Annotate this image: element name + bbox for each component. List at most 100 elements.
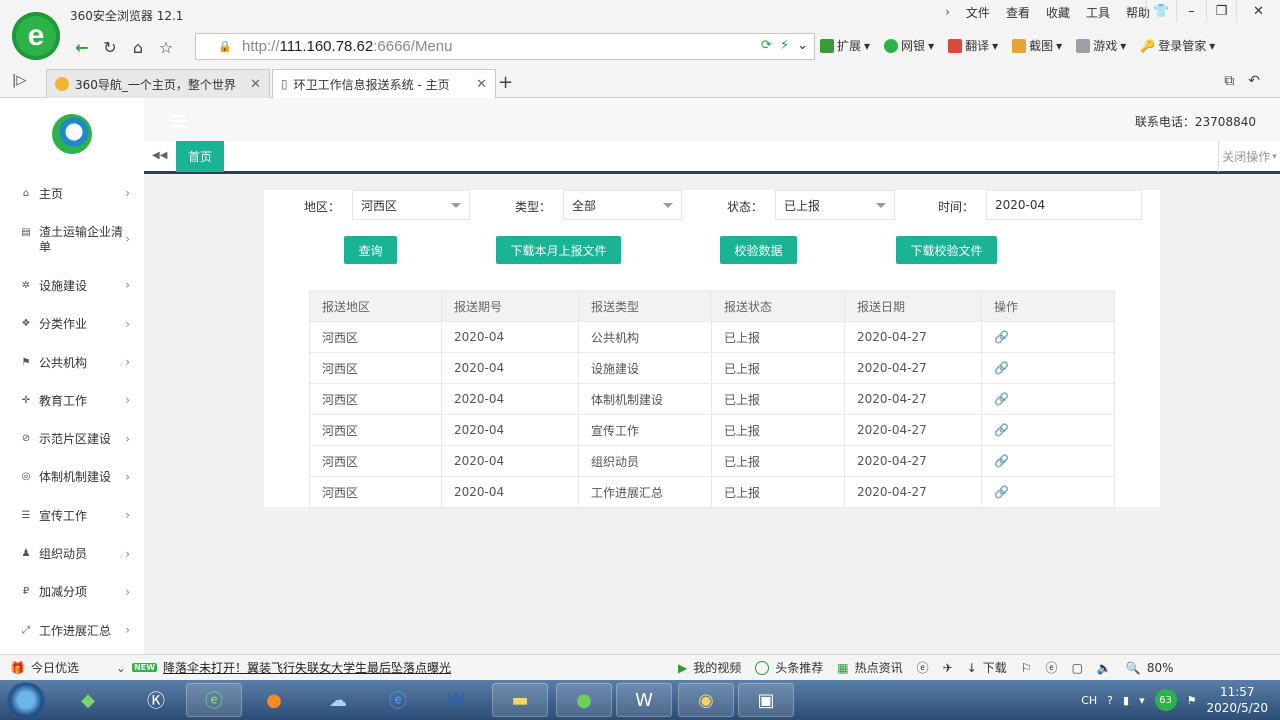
undo-close-tab-icon[interactable]: ↶ [1248, 73, 1260, 89]
browser-mode-icon[interactable]: ⓔ [1046, 659, 1058, 676]
column-header[interactable]: 报送日期 [844, 290, 982, 322]
refresh-button[interactable]: ↻ [96, 34, 124, 60]
hamburger-menu-icon[interactable] [170, 115, 186, 130]
tabs-prev-icon[interactable]: ◀◀ [152, 150, 167, 161]
download-month-report-button[interactable]: 下载本月上报文件 [496, 236, 621, 264]
menu-view[interactable]: 查看 [1006, 4, 1030, 21]
sidebar-item-publicity[interactable]: ☰ 宣传工作 › [0, 496, 144, 534]
download-button[interactable]: ↓ 下载 [967, 659, 1007, 676]
sidebar-item-public-institutions[interactable]: ⚑ 公共机构 › [0, 343, 144, 381]
speed-mode-icon[interactable]: ⚡ [780, 38, 789, 53]
skin-icon[interactable]: 👕 [1146, 0, 1176, 22]
news-ticker[interactable]: ⌄ NEW 降落伞未打开！翼装飞行失联女大学生最后坠落点曝光 [116, 659, 451, 676]
table-row[interactable]: 河西区 2020-04 体制机制建设 已上报 2020-04-27 🔗 [309, 383, 1115, 415]
today-picks[interactable]: 🎁 今日优选 [10, 659, 79, 676]
table-row[interactable]: 河西区 2020-04 宣传工作 已上报 2020-04-27 🔗 [309, 414, 1115, 446]
insecure-lock-icon[interactable]: 🔒 [218, 40, 234, 53]
tray-badge[interactable]: 63 [1154, 689, 1177, 711]
compat-mode-icon[interactable]: ⟳ [761, 38, 772, 53]
ebank-button[interactable]: 网银 ▾ [884, 37, 934, 54]
flag-tray-icon[interactable]: ⚑ [1187, 694, 1197, 707]
ie-icon[interactable]: ⓔ [370, 683, 426, 717]
column-header[interactable]: 报送期号 [441, 290, 579, 322]
column-header[interactable]: 报送地区 [309, 290, 442, 322]
type-select[interactable]: 全部 [563, 190, 682, 220]
my-video-button[interactable]: ▶ 我的视频 [678, 659, 741, 676]
sidebar-toggle-icon[interactable]: |▷ [12, 73, 26, 88]
extensions-button[interactable]: 扩展 ▾ [820, 37, 870, 54]
window-icon[interactable]: ▢ [1072, 661, 1083, 675]
tray-arrow-icon[interactable]: ▾ [1139, 694, 1145, 707]
app-green-icon[interactable]: ◆ [60, 683, 116, 717]
flag-outline-icon[interactable]: ⚐ [1021, 661, 1032, 675]
menu-file[interactable]: 文件 [966, 4, 990, 21]
address-bar[interactable]: 🔒 http:// 111.160.78.62 :6666/Menu ⟳ ⚡ ⌄ [195, 33, 815, 60]
sidebar-item-score-adjust[interactable]: ₽ 加减分项 › [0, 573, 144, 611]
sidebar-item-transport-companies[interactable]: ▤ 渣土运输企业清单 › [0, 212, 144, 266]
close-window-button[interactable]: ✕ [1236, 0, 1280, 22]
screenshot-button[interactable]: 截图 ▾ [1012, 37, 1062, 54]
tab-list-icon[interactable]: ⧉ [1224, 73, 1234, 89]
app-360browser-icon[interactable]: ⓔ [186, 683, 242, 717]
close-operations-dropdown[interactable]: 关闭操作 ▾ [1218, 141, 1280, 172]
link-icon[interactable]: 🔗 [994, 454, 1009, 468]
table-row[interactable]: 河西区 2020-04 设施建设 已上报 2020-04-27 🔗 [309, 352, 1115, 384]
chevron-right-icon[interactable]: › [945, 5, 950, 19]
table-row[interactable]: 河西区 2020-04 公共机构 已上报 2020-04-27 🔗 [309, 321, 1115, 353]
tab-close-icon[interactable]: ✕ [476, 77, 487, 92]
sidebar-item-mobilization[interactable]: ♟ 组织动员 › [0, 534, 144, 572]
app-orange-icon[interactable]: ● [246, 683, 302, 717]
explorer-folder-icon[interactable]: ▬ [492, 683, 548, 717]
sidebar-item-institutions[interactable]: ◎ 体制机制建设 › [0, 458, 144, 496]
back-button[interactable]: ← [68, 34, 96, 60]
table-row[interactable]: 河西区 2020-04 组织动员 已上报 2020-04-27 🔗 [309, 445, 1115, 477]
sidebar-item-demo-areas[interactable]: ⊘ 示范片区建设 › [0, 419, 144, 457]
minimize-button[interactable]: – [1176, 0, 1206, 22]
app-window-icon[interactable]: ▣ [738, 683, 794, 717]
zoom-control[interactable]: 🔍 80% [1126, 661, 1174, 675]
link-icon[interactable]: 🔗 [994, 485, 1009, 499]
menu-tools[interactable]: 工具 [1086, 4, 1110, 21]
ime-indicator[interactable]: CH [1081, 694, 1097, 707]
app-cloud-icon[interactable]: ☁ [310, 683, 366, 717]
link-icon[interactable]: 🔗 [994, 392, 1009, 406]
wechat-icon[interactable]: ● [556, 683, 612, 717]
login-manager-button[interactable]: 🔑 登录管家 ▾ [1140, 37, 1215, 54]
link-icon[interactable]: 🔗 [994, 361, 1009, 375]
hot-news-button[interactable]: ▦ 热点资讯 [837, 659, 902, 676]
word-icon[interactable]: W [428, 683, 484, 717]
status-select[interactable]: 已上报 [775, 190, 895, 220]
app-chat-icon[interactable]: ◉ [678, 683, 734, 717]
home-button[interactable]: ⌂ [124, 34, 152, 60]
region-select[interactable]: 河西区 [352, 190, 470, 220]
wps-icon[interactable]: W [616, 683, 672, 717]
column-header[interactable]: 报送状态 [711, 290, 845, 322]
maximize-button[interactable]: ❐ [1206, 0, 1236, 22]
column-header[interactable]: 报送类型 [578, 290, 712, 322]
help-icon[interactable]: ? [1107, 694, 1113, 707]
url-dropdown-icon[interactable]: ⌄ [797, 38, 808, 53]
column-header[interactable]: 操作 [981, 290, 1115, 322]
sidebar-item-facilities[interactable]: ✲ 设施建设 › [0, 266, 144, 304]
chevron-down-icon[interactable]: ⌄ [116, 661, 126, 675]
time-input[interactable]: 2020-04 [986, 190, 1142, 220]
download-validation-button[interactable]: 下载校验文件 [896, 236, 997, 264]
sidebar-item-education[interactable]: ✛ 教育工作 › [0, 381, 144, 419]
news-headline-link[interactable]: 降落伞未打开！翼装飞行失联女大学生最后坠落点曝光 [163, 659, 451, 676]
validate-data-button[interactable]: 校验数据 [720, 236, 797, 264]
system-clock[interactable]: 11:57 2020/5/20 [1206, 684, 1268, 716]
browser-tab-main[interactable]: ▯ 环卫工作信息报送系统 - 主页 ✕ [272, 69, 496, 98]
query-button[interactable]: 查询 [344, 236, 397, 264]
menu-favorites[interactable]: 收藏 [1046, 4, 1070, 21]
sidebar-item-home[interactable]: ⌂ 主页 › [0, 174, 144, 212]
sidebar-item-sorting[interactable]: ❖ 分类作业 › [0, 305, 144, 343]
sidebar-item-progress-summary[interactable]: ⤢ 工作进展汇总 › [0, 611, 144, 649]
start-button[interactable] [6, 682, 46, 718]
games-button[interactable]: 游戏 ▾ [1076, 37, 1126, 54]
tab-close-icon[interactable]: ✕ [250, 77, 261, 92]
table-row[interactable]: 河西区 2020-04 工作进展汇总 已上报 2020-04-27 🔗 [309, 476, 1115, 508]
network-icon[interactable]: ▮ [1123, 694, 1129, 707]
bookmark-star-icon[interactable]: ☆ [152, 34, 180, 60]
headline-button[interactable]: 头条推荐 [755, 659, 823, 676]
link-icon[interactable]: 🔗 [994, 423, 1009, 437]
